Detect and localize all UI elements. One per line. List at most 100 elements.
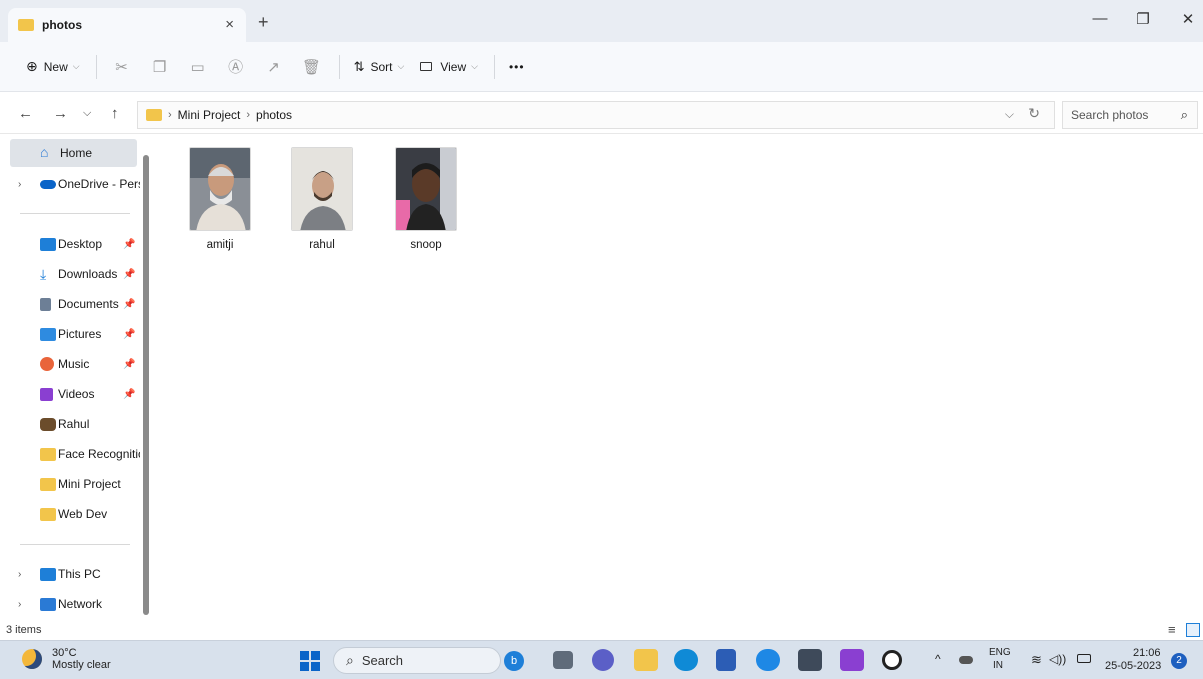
sidebar-item-desktop[interactable]: Desktop 📌 (0, 230, 140, 258)
desktop-icon (40, 237, 56, 251)
sidebar-item-onedrive[interactable]: › OneDrive - Perso (0, 170, 140, 198)
sidebar-item-network[interactable]: › Network (0, 590, 140, 618)
chevron-right-icon[interactable]: › (18, 179, 21, 190)
language-top[interactable]: ENG (989, 647, 1011, 658)
address-bar[interactable]: › Mini Project › photos ⌵ ↻ (137, 101, 1055, 129)
clock-time[interactable]: 21:06 (1133, 647, 1161, 659)
pin-icon[interactable]: 📌 (123, 239, 135, 250)
battery-icon[interactable] (1077, 654, 1091, 663)
sidebar-item-label: OneDrive - Perso (58, 177, 140, 191)
sidebar-item-label: Network (58, 597, 103, 611)
sidebar-item-music[interactable]: Music 📌 (0, 350, 140, 378)
search-input[interactable]: Search photos (1071, 108, 1148, 122)
sidebar-scrollbar[interactable] (143, 155, 149, 615)
breadcrumb-mini-project[interactable]: Mini Project (178, 108, 241, 122)
taskbar-search[interactable]: ⌕ Search b (333, 647, 524, 674)
sidebar-item-home[interactable]: ⌂ Home (10, 139, 137, 167)
language-bottom[interactable]: IN (993, 660, 1003, 671)
status-bar: 3 items ≡ (0, 622, 1203, 640)
sidebar-item-downloads[interactable]: ⤓ Downloads 📌 (0, 260, 140, 288)
clock-date[interactable]: 25-05-2023 (1105, 660, 1161, 672)
cut-icon[interactable]: ✂ (111, 58, 133, 76)
file-item-amitji[interactable]: amitji (180, 147, 260, 251)
pin-icon[interactable]: 📌 (123, 269, 135, 280)
file-item-rahul[interactable]: rahul (282, 147, 362, 251)
task-view-icon[interactable] (553, 651, 573, 669)
paste-icon[interactable]: ▭ (187, 58, 209, 76)
copy-icon[interactable]: ❐ (149, 58, 171, 76)
weather-condition: Mostly clear (52, 659, 111, 671)
tab-photos[interactable]: photos × (8, 8, 246, 42)
file-name: amitji (206, 239, 234, 251)
sidebar-item-label: Home (60, 146, 93, 160)
search-box[interactable]: Search photos ⌕ (1062, 101, 1198, 129)
wifi-icon[interactable]: ≋ (1031, 652, 1042, 668)
divider (20, 213, 130, 214)
pin-icon[interactable]: 📌 (123, 299, 135, 310)
sidebar-item-mini-project[interactable]: Mini Project (0, 470, 140, 498)
chevron-right-icon[interactable]: › (18, 599, 21, 610)
details-view-icon[interactable]: ≡ (1168, 622, 1176, 637)
close-window-button[interactable]: ✕ (1173, 10, 1203, 28)
breadcrumb-photos[interactable]: photos (256, 108, 292, 122)
sort-icon: ⇅ (353, 58, 365, 74)
sidebar-item-web-dev[interactable]: Web Dev (0, 500, 140, 528)
volume-icon[interactable]: ◁)) (1049, 652, 1066, 666)
notification-badge[interactable]: 2 (1171, 653, 1187, 669)
chat-icon[interactable] (592, 649, 614, 671)
new-tab-button[interactable]: + (258, 12, 269, 33)
sidebar-item-pictures[interactable]: Pictures 📌 (0, 320, 140, 348)
onedrive-tray-icon[interactable] (959, 656, 973, 664)
photo-thumbnail (291, 147, 353, 231)
visual-studio-icon[interactable] (840, 649, 864, 671)
file-explorer-taskbar-icon[interactable] (634, 649, 658, 671)
tiles-view-icon[interactable] (1186, 623, 1200, 637)
forward-arrow-icon[interactable]: → (53, 105, 68, 122)
sidebar-item-rahul[interactable]: Rahul (0, 410, 140, 438)
divider (20, 544, 130, 545)
up-arrow-icon[interactable]: ↑ (111, 105, 119, 122)
pin-icon[interactable]: 📌 (123, 389, 135, 400)
sidebar-item-face-recognition[interactable]: Face Recognitior (0, 440, 140, 468)
new-button[interactable]: ⊕ New ⌵ (26, 58, 80, 75)
back-arrow-icon[interactable]: ← (18, 105, 33, 122)
file-item-snoop[interactable]: snoop (386, 147, 466, 251)
sidebar-item-label: Web Dev (58, 507, 108, 521)
address-row: ← → ⌵ ↑ › Mini Project › photos ⌵ ↻ Sear… (0, 96, 1203, 134)
share-icon[interactable]: ↗ (263, 58, 285, 76)
weather-widget[interactable]: 30°C Mostly clear (22, 647, 111, 671)
record-icon[interactable] (882, 650, 902, 670)
vscode-icon[interactable] (756, 649, 780, 671)
edge-icon[interactable] (674, 649, 698, 671)
view-button[interactable]: View ⌵ (420, 60, 478, 74)
bing-icon[interactable]: b (504, 651, 524, 671)
sidebar-item-this-pc[interactable]: › This PC (0, 560, 140, 588)
more-options-button[interactable]: ••• (509, 60, 525, 74)
divider (95, 54, 97, 79)
delete-icon[interactable]: 🗑 (301, 58, 323, 76)
sidebar-item-documents[interactable]: Documents 📌 (0, 290, 140, 318)
store-icon[interactable] (716, 649, 736, 671)
chevron-up-icon[interactable]: ^ (935, 652, 941, 666)
pin-icon[interactable]: 📌 (123, 359, 135, 370)
search-icon: ⌕ (1180, 107, 1188, 122)
refresh-icon[interactable]: ↻ (1028, 105, 1040, 122)
sidebar-item-label: Mini Project (58, 477, 121, 491)
chevron-right-icon[interactable]: › (18, 569, 21, 580)
sort-button[interactable]: ⇅ Sort ⌵ (354, 59, 405, 75)
close-tab-icon[interactable]: × (225, 16, 234, 33)
videos-icon (40, 387, 53, 401)
pin-icon[interactable]: 📌 (123, 329, 135, 340)
photo-thumbnail (395, 147, 457, 231)
restore-button[interactable]: ❐ (1128, 10, 1158, 28)
view-icon (420, 62, 433, 71)
recent-chevron-icon[interactable]: ⌵ (83, 107, 91, 120)
sidebar-item-videos[interactable]: Videos 📌 (0, 380, 140, 408)
network-icon (40, 597, 56, 611)
minimize-button[interactable]: — (1085, 10, 1115, 27)
weather-moon-icon (22, 649, 42, 669)
windows-start-icon[interactable] (300, 651, 320, 674)
address-history-chevron-icon[interactable]: ⌵ (1005, 107, 1014, 122)
terminal-icon[interactable] (798, 649, 822, 671)
rename-icon[interactable]: Ⓐ (225, 56, 247, 77)
